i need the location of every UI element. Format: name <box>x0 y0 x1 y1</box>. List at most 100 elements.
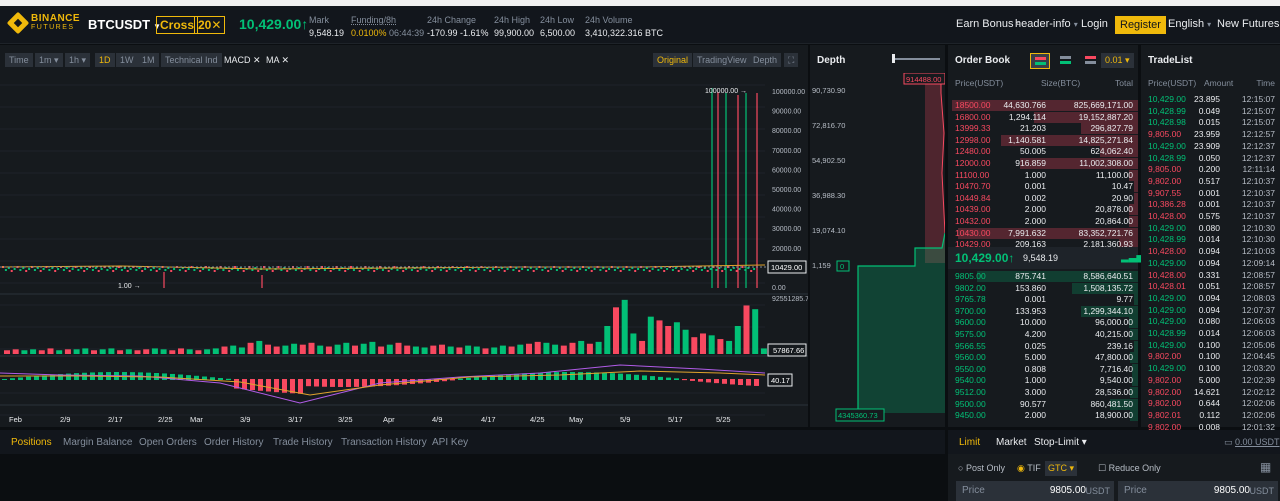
earn-bonus-link[interactable]: Earn Bonus ▫ <box>956 18 1020 30</box>
candle <box>576 270 579 272</box>
bid-row[interactable]: 9450.00 2.000 18,900.00 <box>948 410 1138 422</box>
trade-amount: 0.517 <box>1198 175 1220 186</box>
tif-radio[interactable]: ◉ TIF <box>1017 463 1041 474</box>
bid-row[interactable]: 9600.00 10.000 96,000.00 <box>948 317 1138 329</box>
bid-row[interactable]: 9560.00 5.000 47,800.00 <box>948 352 1138 364</box>
new-futures-link[interactable]: New Futures <box>1217 18 1279 30</box>
bid-row[interactable]: 9512.00 3.000 28,536.00 <box>948 387 1138 398</box>
post-only-radio[interactable]: ○ Post Only <box>958 463 1005 473</box>
interval-1month[interactable]: 1M <box>138 53 159 67</box>
sell-price-input[interactable]: Price 9805.00 USDT <box>1118 481 1278 501</box>
ask-row[interactable]: 11100.00 1.000 11,100.00 <box>948 169 1138 181</box>
depth-zoom-handle[interactable] <box>892 54 895 63</box>
book-view-both-icon[interactable] <box>1030 53 1050 69</box>
volume-bar <box>73 349 80 354</box>
interval-time[interactable]: Time <box>5 53 33 67</box>
macd-bar <box>34 375 39 380</box>
bid-row[interactable]: 9575.00 4.200 40,215.00 <box>948 329 1138 340</box>
macd-bar <box>314 379 319 387</box>
trade-row: 10,429.00 0.100 12:05:06 <box>1148 340 1275 351</box>
trade-amount: 0.100 <box>1198 339 1220 350</box>
indicator-ma[interactable]: MA ✕ <box>266 53 289 67</box>
bid-row[interactable]: 9566.55 0.025 239.16 <box>948 340 1138 352</box>
bid-row[interactable]: 9700.00 133.953 1,299,344.10 <box>948 305 1138 317</box>
tab-margin-balance[interactable]: Margin Balance <box>63 437 132 448</box>
kline-chart[interactable]: 100000.00 90000.00 80000.00 70000.00 60000.0… <box>0 73 808 427</box>
interval-1w[interactable]: 1W <box>116 53 138 67</box>
tab-trade-history[interactable]: Trade History <box>273 437 333 448</box>
funding-countdown: 06:44:39 <box>389 28 425 38</box>
login-link[interactable]: Login <box>1081 18 1108 30</box>
tab-positions[interactable]: Positions <box>11 437 52 448</box>
interval-1h[interactable]: 1h ▾ <box>65 53 91 67</box>
binance-logo[interactable]: BINANCE FUTURES <box>6 11 80 35</box>
header-info-menu[interactable]: header-info ▾ <box>1015 18 1078 30</box>
interval-1m[interactable]: 1m ▾ <box>35 53 63 67</box>
view-tradingview[interactable]: TradingView <box>693 53 751 67</box>
volume-bar <box>412 346 419 354</box>
ask-total: 19,152,887.20 <box>1078 111 1133 122</box>
language-selector[interactable]: English ▾ <box>1168 18 1211 30</box>
bid-row[interactable]: 9550.00 0.808 7,716.40 <box>948 363 1138 375</box>
trade-price: 10,429.00 <box>1148 140 1186 151</box>
ask-row[interactable]: 13999.33 21.203 296,827.79 <box>948 123 1138 135</box>
funding-label[interactable]: Funding/8h <box>351 14 424 27</box>
leverage-button[interactable]: 20✕ <box>194 16 226 34</box>
ask-row[interactable]: 18500.00 44,630.766 825,669,171.00 <box>948 100 1138 111</box>
indicator-macd[interactable]: MACD ✕ <box>224 53 261 67</box>
margin-mode-button[interactable]: Cross <box>156 16 199 34</box>
ask-row[interactable]: 10470.70 0.001 10.47 <box>948 181 1138 193</box>
macd-bar <box>306 379 311 387</box>
tif-select[interactable]: GTC ▾ <box>1045 461 1078 476</box>
view-original[interactable]: Original <box>653 53 693 67</box>
tab-transaction-history[interactable]: Transaction History <box>341 437 427 448</box>
bid-row[interactable]: 9765.78 0.001 9.77 <box>948 294 1138 306</box>
tab-open-orders[interactable]: Open Orders <box>139 437 197 448</box>
book-view-bids-icon[interactable] <box>1056 53 1076 69</box>
volume-bar <box>265 344 271 354</box>
tab-api-key[interactable]: API Key <box>432 437 468 448</box>
x-tick: 4/25 <box>530 415 545 424</box>
ask-row[interactable]: 12000.00 916.859 11,002,308.00 <box>948 158 1138 169</box>
bid-row[interactable]: 9500.00 90.577 860,481.50 <box>948 398 1138 410</box>
ask-row[interactable]: 10449.84 0.002 20.90 <box>948 192 1138 204</box>
bid-row[interactable]: 9802.00 153.860 1,508,135.72 <box>948 282 1138 294</box>
buy-price-input[interactable]: Price 9805.00 USDT <box>956 481 1114 501</box>
tab-order-history[interactable]: Order History <box>204 437 263 448</box>
ask-row[interactable]: 12998.00 1,140.581 14,825,271.84 <box>948 134 1138 146</box>
depth-zoom-slider[interactable] <box>892 58 940 60</box>
macd-bar <box>610 373 615 380</box>
fullscreen-icon[interactable]: ⛶ <box>784 53 799 67</box>
volume-bar <box>325 346 332 354</box>
ask-total: 20.90 <box>1111 192 1133 203</box>
view-depth[interactable]: Depth <box>749 53 782 67</box>
ask-row[interactable]: 10430.00 7,991.632 83,352,721.76 <box>948 227 1138 239</box>
symbol-selector[interactable]: BTCUSDT ▼ <box>88 17 161 32</box>
bid-row[interactable]: 9805.00 875.741 8,586,640.51 <box>948 271 1138 282</box>
book-view-asks-icon[interactable] <box>1081 53 1101 69</box>
depth-chart[interactable]: 90,730.90 72,816.70 54,902.50 36,988.30 19,0… <box>810 73 945 427</box>
order-type-stop-limit[interactable]: Stop-Limit ▾ <box>1034 437 1087 448</box>
reduce-only-checkbox[interactable]: ☐ Reduce Only <box>1098 463 1161 474</box>
close-icon[interactable]: ✕ <box>282 55 290 65</box>
order-type-market[interactable]: Market <box>996 437 1027 448</box>
ask-row[interactable]: 10439.00 2.000 20,878.00 <box>948 204 1138 216</box>
trade-time: 12:03:20 <box>1241 363 1275 374</box>
register-button[interactable]: Register <box>1115 16 1166 34</box>
close-icon[interactable]: ✕ <box>253 55 261 65</box>
bid-price: 9575.00 <box>955 329 986 339</box>
ask-row[interactable]: 16800.00 1,294.114 19,152,887.20 <box>948 111 1138 123</box>
ask-row[interactable]: 10432.00 2.000 20,864.00 <box>948 216 1138 227</box>
bid-row[interactable]: 9540.00 1.000 9,540.00 <box>948 375 1138 387</box>
bid-total: 96,000.00 <box>1095 317 1133 328</box>
macd-bar <box>570 372 575 380</box>
calculator-icon[interactable]: ▦ <box>1260 460 1271 474</box>
candle <box>439 269 442 271</box>
technical-indicators-button[interactable]: Technical Ind <box>161 53 222 67</box>
x-tick: 3/9 <box>240 415 250 424</box>
interval-1d[interactable]: 1D <box>95 53 115 67</box>
precision-select[interactable]: 0.01 ▾ <box>1101 53 1134 68</box>
ask-row[interactable]: 12480.00 50.005 624,062.40 <box>948 146 1138 158</box>
order-type-limit[interactable]: Limit <box>959 437 980 448</box>
candle <box>33 269 36 271</box>
